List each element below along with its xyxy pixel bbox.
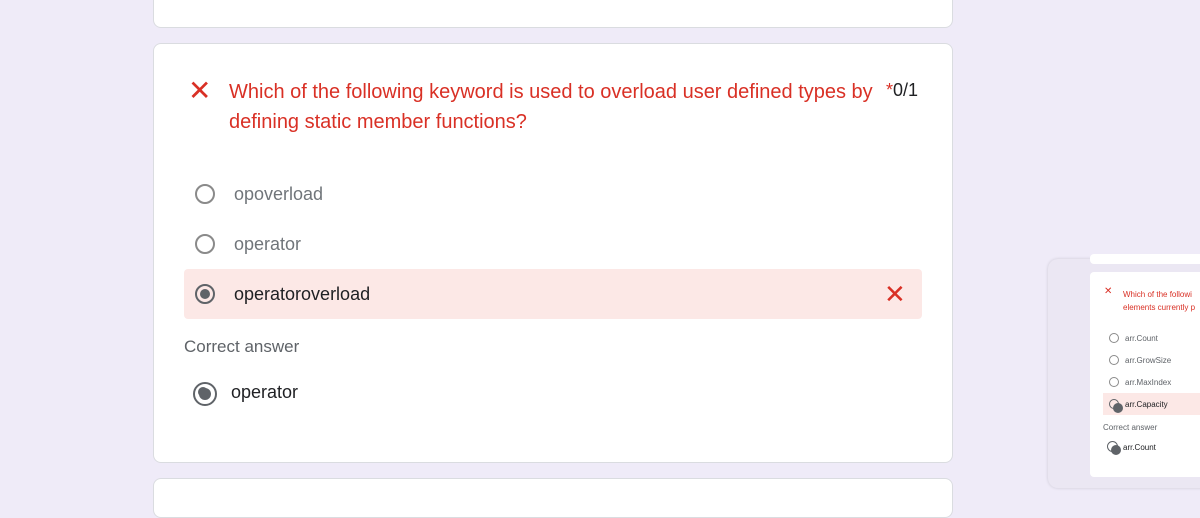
preview-radio [1109,377,1119,387]
preview-question: Which of the followi elements currently p [1123,290,1196,312]
selected-incorrect-option: operatoroverload ✕ [184,269,922,319]
option-label: operator [234,234,302,254]
score: *0/1 [886,80,919,100]
preview-correct-answer: arr.Count [1123,443,1156,452]
preview-radio [1109,399,1123,413]
preview-correct-label: Correct answer [1103,423,1158,432]
preview-option: arr.Count [1125,334,1158,343]
preview-selected-option: arr.Capacity [1103,393,1200,415]
incorrect-x-icon: ✕ [1104,286,1113,297]
radio-dot [199,388,211,400]
incorrect-x-icon: ✕ [188,75,212,106]
next-question-card [153,478,953,518]
preview-option: arr.MaxIndex [1125,378,1172,387]
preview-option: arr.GrowSize [1125,356,1172,365]
question-card: ✕ Which of the following keyword is used… [153,43,953,463]
preview-radio [1109,333,1119,343]
preview-radio [1107,441,1121,455]
correct-answer-text: operator [231,382,299,402]
question-text: Which of the following keyword is used t… [229,81,873,133]
option-radio-opoverload[interactable] [195,184,215,204]
option-radio-operatoroverload[interactable] [195,284,215,304]
incorrect-x-icon: ✕ [884,279,906,309]
previous-question-card [153,0,953,28]
option-label: operatoroverload [234,284,371,304]
option-radio-operator[interactable] [195,234,215,254]
option-label: opoverload [234,184,324,204]
preview-radio [1109,355,1119,365]
preview-card: ✕ Which of the followi elements currently… [1090,272,1200,477]
correct-answer-label: Correct answer [184,337,300,356]
preview-option: arr.Capacity [1125,400,1168,409]
preview-panel[interactable]: ✕ Which of the followi elements currently… [1048,254,1200,488]
